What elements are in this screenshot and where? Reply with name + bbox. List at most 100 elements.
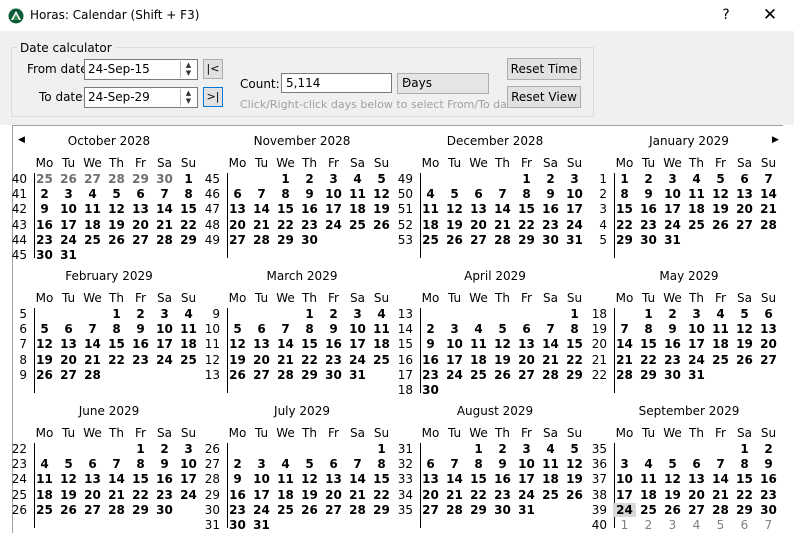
- calendar-day[interactable]: 1: [613, 518, 636, 532]
- calendar-day[interactable]: 25: [637, 503, 660, 517]
- calendar-day[interactable]: 27: [81, 172, 104, 186]
- calendar-day[interactable]: 23: [491, 488, 514, 502]
- calendar-day[interactable]: 19: [733, 337, 756, 351]
- calendar-day[interactable]: 2: [491, 442, 514, 456]
- calendar-day[interactable]: 15: [515, 202, 538, 216]
- calendar-day[interactable]: 13: [733, 187, 756, 201]
- calendar-day[interactable]: 30: [661, 368, 684, 382]
- calendar-day[interactable]: 9: [539, 187, 562, 201]
- calendar-day[interactable]: 28: [443, 503, 466, 517]
- calendar-day[interactable]: 24: [443, 368, 466, 382]
- calendar-day[interactable]: 4: [709, 307, 732, 321]
- calendar-day[interactable]: 8: [563, 322, 586, 336]
- calendar-day[interactable]: 17: [515, 472, 538, 486]
- calendar-day[interactable]: 22: [370, 488, 393, 502]
- calendar-day[interactable]: 14: [250, 202, 273, 216]
- calendar-day[interactable]: 1: [274, 172, 297, 186]
- calendar-day[interactable]: 16: [153, 472, 176, 486]
- calendar-day[interactable]: 8: [177, 187, 200, 201]
- calendar-day[interactable]: 27: [733, 218, 756, 232]
- calendar-day[interactable]: 18: [467, 353, 490, 367]
- last-date-button[interactable]: >|: [203, 87, 223, 107]
- calendar-day[interactable]: 4: [370, 307, 393, 321]
- calendar-day[interactable]: 16: [491, 472, 514, 486]
- calendar-day[interactable]: 22: [563, 353, 586, 367]
- calendar-day[interactable]: 23: [153, 488, 176, 502]
- calendar-day[interactable]: 28: [491, 233, 514, 247]
- calendar-day[interactable]: 9: [129, 322, 152, 336]
- calendar-day[interactable]: 1: [563, 307, 586, 321]
- calendar-day[interactable]: 4: [467, 322, 490, 336]
- calendar-day[interactable]: 3: [563, 172, 586, 186]
- calendar-day[interactable]: 24: [685, 353, 708, 367]
- calendar-day[interactable]: 3: [346, 307, 369, 321]
- calendar-day[interactable]: 27: [757, 353, 780, 367]
- calendar-day[interactable]: 13: [467, 202, 490, 216]
- calendar-day[interactable]: 27: [57, 368, 80, 382]
- calendar-day[interactable]: 1: [613, 172, 636, 186]
- calendar-day[interactable]: 23: [129, 353, 152, 367]
- calendar-day[interactable]: 25: [709, 353, 732, 367]
- calendar-day[interactable]: 6: [757, 307, 780, 321]
- calendar-day[interactable]: 18: [33, 488, 56, 502]
- calendar-day[interactable]: 13: [419, 472, 442, 486]
- calendar-day[interactable]: 14: [539, 337, 562, 351]
- calendar-day[interactable]: 28: [757, 218, 780, 232]
- calendar-day[interactable]: 19: [709, 202, 732, 216]
- calendar-day[interactable]: 6: [467, 187, 490, 201]
- calendar-day[interactable]: 5: [105, 187, 128, 201]
- calendar-day[interactable]: 12: [491, 337, 514, 351]
- calendar-day[interactable]: 10: [685, 322, 708, 336]
- calendar-day[interactable]: 5: [733, 307, 756, 321]
- calendar-day[interactable]: 20: [757, 337, 780, 351]
- calendar-day[interactable]: 26: [661, 503, 684, 517]
- calendar-day[interactable]: 12: [443, 202, 466, 216]
- calendar-day[interactable]: 28: [105, 503, 128, 517]
- first-date-button[interactable]: |<: [203, 59, 223, 79]
- calendar-day[interactable]: 7: [153, 187, 176, 201]
- calendar-day[interactable]: 15: [370, 472, 393, 486]
- calendar-day[interactable]: 3: [177, 442, 200, 456]
- calendar-day[interactable]: 17: [613, 488, 636, 502]
- calendar-day[interactable]: 21: [105, 488, 128, 502]
- calendar-day[interactable]: 28: [105, 172, 128, 186]
- calendar-day[interactable]: 20: [467, 218, 490, 232]
- calendar-day[interactable]: 14: [153, 202, 176, 216]
- calendar-day[interactable]: 17: [661, 202, 684, 216]
- calendar-day[interactable]: 3: [661, 518, 684, 532]
- calendar-day[interactable]: 17: [153, 337, 176, 351]
- calendar-day[interactable]: 15: [613, 202, 636, 216]
- calendar-day[interactable]: 19: [491, 353, 514, 367]
- calendar-day[interactable]: 20: [419, 488, 442, 502]
- calendar-day[interactable]: 16: [637, 202, 660, 216]
- calendar-day[interactable]: 16: [226, 488, 249, 502]
- calendar-day[interactable]: 9: [153, 457, 176, 471]
- calendar-day[interactable]: 16: [298, 202, 321, 216]
- calendar-day[interactable]: 17: [322, 202, 345, 216]
- calendar-day[interactable]: 22: [274, 218, 297, 232]
- calendar-day[interactable]: 12: [709, 187, 732, 201]
- calendar-day[interactable]: 27: [226, 233, 249, 247]
- calendar-day[interactable]: 1: [298, 307, 321, 321]
- calendar-day[interactable]: 18: [274, 488, 297, 502]
- calendar-day[interactable]: 26: [226, 368, 249, 382]
- calendar-day[interactable]: 2: [322, 307, 345, 321]
- calendar-day[interactable]: 4: [81, 187, 104, 201]
- calendar-day[interactable]: 5: [226, 322, 249, 336]
- calendar-day[interactable]: 26: [298, 503, 321, 517]
- calendar-day[interactable]: 11: [33, 472, 56, 486]
- calendar-day[interactable]: 5: [491, 322, 514, 336]
- calendar-day[interactable]: 27: [322, 503, 345, 517]
- calendar-day[interactable]: 27: [129, 233, 152, 247]
- calendar-day[interactable]: 21: [153, 218, 176, 232]
- calendar-day[interactable]: 10: [57, 202, 80, 216]
- calendar-day[interactable]: 12: [370, 187, 393, 201]
- calendar-day[interactable]: 20: [81, 488, 104, 502]
- calendar-day[interactable]: 29: [129, 503, 152, 517]
- calendar-day[interactable]: 12: [57, 472, 80, 486]
- calendar-day[interactable]: 9: [661, 322, 684, 336]
- calendar-day[interactable]: 5: [563, 442, 586, 456]
- calendar-day[interactable]: 29: [613, 233, 636, 247]
- calendar-day[interactable]: 14: [613, 337, 636, 351]
- calendar-day[interactable]: 9: [298, 187, 321, 201]
